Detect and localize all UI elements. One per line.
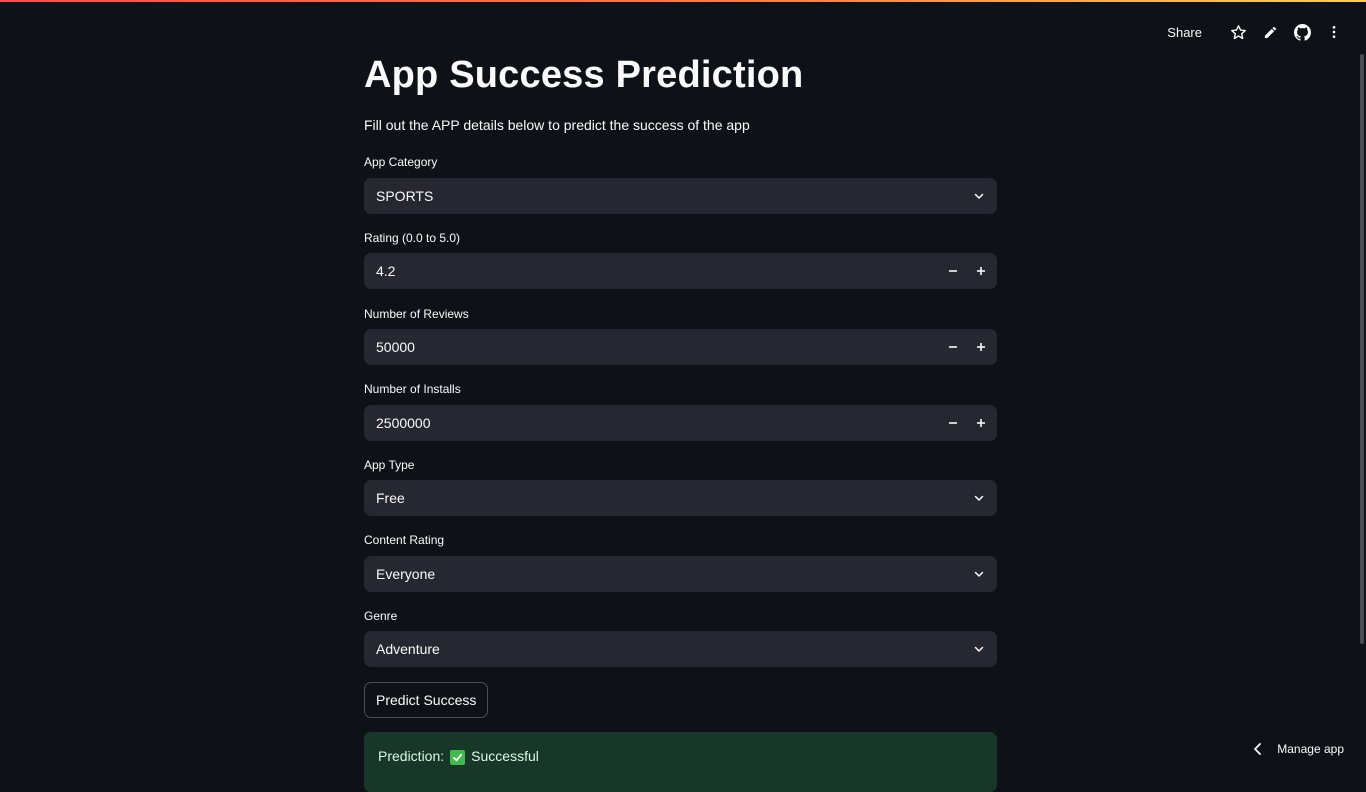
reviews-value[interactable]: 50000: [364, 339, 939, 355]
page-scrollbar[interactable]: [1360, 54, 1364, 644]
app-toolbar: Share: [1167, 18, 1344, 46]
prediction-result-alert: Prediction: Successful: [364, 732, 997, 792]
reviews-label: Number of Reviews: [364, 307, 469, 321]
check-mark-icon: [450, 750, 465, 765]
reviews-number-input[interactable]: 50000: [364, 329, 997, 365]
prediction-prefix: Prediction:: [378, 748, 444, 764]
rating-decrement-button[interactable]: [939, 253, 967, 289]
star-icon[interactable]: [1228, 22, 1248, 42]
app-category-select[interactable]: SPORTS: [364, 178, 997, 214]
app-type-label: App Type: [364, 458, 414, 472]
prediction-value: Successful: [471, 748, 539, 764]
installs-increment-button[interactable]: [967, 405, 995, 441]
manage-app-label: Manage app: [1277, 742, 1344, 756]
pencil-icon[interactable]: [1260, 22, 1280, 42]
chevron-left-icon: [1253, 743, 1263, 755]
genre-select[interactable]: Adventure: [364, 631, 997, 667]
app-category-label: App Category: [364, 155, 437, 169]
rating-number-input[interactable]: 4.2: [364, 253, 997, 289]
share-button[interactable]: Share: [1167, 25, 1202, 40]
content-rating-label: Content Rating: [364, 533, 444, 547]
chevron-down-icon: [969, 488, 989, 508]
chevron-down-icon: [969, 186, 989, 206]
content-rating-select[interactable]: Everyone: [364, 556, 997, 592]
installs-label: Number of Installs: [364, 382, 461, 396]
page-subtitle: Fill out the APP details below to predic…: [364, 117, 750, 133]
top-accent-bar: [0, 0, 1366, 2]
rating-value[interactable]: 4.2: [364, 263, 939, 279]
rating-label: Rating (0.0 to 5.0): [364, 231, 460, 245]
installs-decrement-button[interactable]: [939, 405, 967, 441]
app-type-value: Free: [364, 490, 969, 506]
genre-value: Adventure: [364, 641, 969, 657]
chevron-down-icon: [969, 564, 989, 584]
genre-label: Genre: [364, 609, 397, 623]
content-rating-value: Everyone: [364, 566, 969, 582]
reviews-increment-button[interactable]: [967, 329, 995, 365]
github-icon[interactable]: [1292, 22, 1312, 42]
chevron-down-icon: [969, 639, 989, 659]
app-type-select[interactable]: Free: [364, 480, 997, 516]
page-title: App Success Prediction: [364, 54, 803, 97]
rating-increment-button[interactable]: [967, 253, 995, 289]
manage-app-button[interactable]: Manage app: [1253, 742, 1344, 756]
installs-value[interactable]: 2500000: [364, 415, 939, 431]
installs-number-input[interactable]: 2500000: [364, 405, 997, 441]
more-vertical-icon[interactable]: [1324, 22, 1344, 42]
reviews-decrement-button[interactable]: [939, 329, 967, 365]
predict-success-button[interactable]: Predict Success: [364, 682, 488, 718]
app-category-value: SPORTS: [364, 188, 969, 204]
